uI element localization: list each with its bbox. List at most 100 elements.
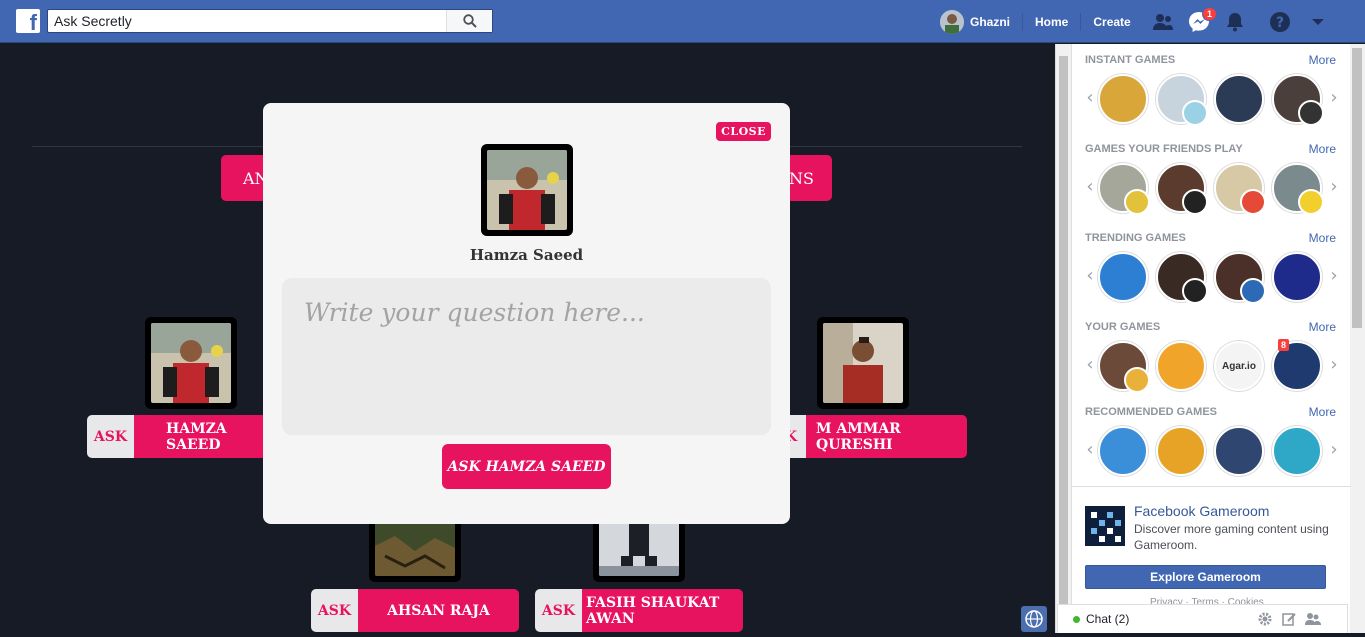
modal-profile-photo [481, 144, 573, 236]
game-icon[interactable] [1098, 163, 1150, 215]
search-input[interactable] [48, 10, 448, 32]
category-pill-label: NS [789, 168, 814, 188]
game-icon[interactable] [1156, 252, 1208, 304]
agar-label: Agar.io [1222, 360, 1256, 372]
profile-photo[interactable] [817, 317, 909, 409]
chevron-right-icon[interactable]: › [1328, 355, 1340, 375]
top-navigation-bar: f Ghazni Home Create 1 ? [0, 0, 1365, 43]
question-textarea[interactable] [282, 278, 771, 435]
compose-icon[interactable] [1281, 611, 1297, 627]
search-box [47, 9, 493, 33]
section-more-link[interactable]: More [1309, 142, 1336, 156]
nav-create-link[interactable]: Create [1093, 15, 1130, 29]
chevron-right-icon[interactable]: › [1328, 266, 1340, 286]
ask-name: HAMZA SAEED [134, 415, 267, 458]
language-globe-button[interactable] [1021, 606, 1047, 632]
chevron-left-icon[interactable]: ‹ [1084, 355, 1096, 375]
ask-submit-button[interactable]: ASK HAMZA SAEED [442, 444, 611, 489]
game-icon[interactable] [1098, 341, 1150, 393]
ask-card-ahsan[interactable]: ASK AHSAN RAJA [311, 589, 519, 632]
game-badge-icon [1124, 189, 1150, 215]
chevron-left-icon[interactable]: ‹ [1084, 177, 1096, 197]
gameroom-title[interactable]: Facebook Gameroom [1134, 503, 1269, 519]
friend-requests-icon[interactable] [1151, 10, 1175, 34]
game-icon[interactable] [1272, 252, 1322, 302]
chat-label: Chat (2) [1086, 612, 1130, 626]
game-icon[interactable] [1098, 252, 1148, 302]
section-more-link[interactable]: More [1309, 53, 1336, 67]
profile-photo-image [823, 323, 903, 403]
search-icon [463, 14, 477, 28]
game-badge-icon [1124, 367, 1150, 393]
game-icon[interactable] [1156, 74, 1208, 126]
nav-home-link[interactable]: Home [1035, 15, 1068, 29]
close-button[interactable]: CLOSE [716, 122, 771, 141]
game-icon[interactable] [1272, 163, 1324, 215]
messenger-badge: 1 [1202, 7, 1218, 21]
section-title: RECOMMENDED GAMES [1085, 406, 1218, 418]
chevron-right-icon[interactable]: › [1328, 440, 1340, 460]
gear-icon[interactable] [1257, 611, 1273, 627]
section-title: GAMES YOUR FRIENDS PLAY [1085, 143, 1243, 155]
chat-bar[interactable]: Chat (2) [1057, 604, 1348, 633]
section-more-link[interactable]: More [1309, 231, 1336, 245]
game-icon[interactable] [1272, 426, 1322, 476]
game-icon[interactable] [1098, 74, 1148, 124]
facebook-logo-icon[interactable]: f [16, 9, 40, 33]
game-icon[interactable] [1156, 341, 1206, 391]
game-icon[interactable] [1156, 426, 1206, 476]
game-badge-icon [1182, 278, 1208, 304]
modal-person-name: Hamza Saeed [469, 246, 584, 264]
game-icon[interactable] [1214, 163, 1266, 215]
game-icon[interactable] [1272, 74, 1324, 126]
game-badge-icon [1182, 100, 1208, 126]
notifications-bell-icon[interactable] [1223, 10, 1247, 34]
nav-divider [1022, 12, 1024, 31]
profile-photo[interactable] [145, 317, 237, 409]
profile-photo-image [151, 323, 231, 403]
gameroom-description: Discover more gaming content using Gamer… [1134, 522, 1329, 552]
game-icon[interactable] [1214, 252, 1266, 304]
game-badge-icon [1182, 189, 1208, 215]
search-button[interactable] [446, 10, 492, 32]
sidebar-scrollbar[interactable] [1350, 44, 1365, 633]
game-row: ‹ › [1084, 252, 1340, 304]
scrollbar-thumb[interactable] [1352, 48, 1362, 328]
nav-user-name[interactable]: Ghazni [970, 15, 1010, 29]
game-badge-icon [1240, 278, 1266, 304]
game-icon-agar[interactable]: Agar.io [1214, 341, 1264, 391]
chevron-right-icon[interactable]: › [1328, 177, 1340, 197]
avatar[interactable] [940, 9, 964, 34]
section-more-link[interactable]: More [1309, 320, 1336, 334]
section-title: YOUR GAMES [1085, 321, 1161, 333]
ask-tag: ASK [87, 415, 134, 458]
ask-name: M AMMAR QURESHI [806, 415, 967, 458]
ask-question-modal: CLOSE Hamza Saeed ASK HAMZA SAEED [263, 103, 790, 524]
game-badge-icon [1298, 100, 1324, 126]
explore-gameroom-button[interactable]: Explore Gameroom [1085, 565, 1326, 589]
game-icon[interactable] [1214, 426, 1264, 476]
chevron-left-icon[interactable]: ‹ [1084, 440, 1096, 460]
chevron-left-icon[interactable]: ‹ [1084, 88, 1096, 108]
game-badge: 8 [1278, 339, 1290, 351]
group-chat-icon[interactable] [1305, 611, 1321, 627]
chevron-right-icon[interactable]: › [1328, 88, 1340, 108]
section-more-link[interactable]: More [1309, 405, 1336, 419]
game-icon[interactable] [1098, 426, 1148, 476]
svg-text:?: ? [1276, 15, 1284, 31]
scrollbar-thumb[interactable] [1059, 56, 1068, 616]
chevron-left-icon[interactable]: ‹ [1084, 266, 1096, 286]
help-icon[interactable]: ? [1268, 10, 1292, 34]
logo-letter: f [29, 10, 37, 33]
ask-card-fasih[interactable]: ASK FASIH SHAUKAT AWAN [535, 589, 743, 632]
nav-divider [1080, 12, 1082, 31]
account-menu-chevron-down-icon[interactable] [1306, 10, 1330, 34]
online-status-dot [1073, 616, 1080, 623]
ask-card-ammar[interactable]: K M AMMAR QURESHI [776, 415, 967, 458]
gameroom-logo-icon [1085, 506, 1125, 546]
game-icon[interactable] [1214, 74, 1264, 124]
ask-card-hamza[interactable]: ASK HAMZA SAEED [87, 415, 267, 458]
game-row: ‹ › [1084, 74, 1340, 126]
game-icon[interactable] [1156, 163, 1208, 215]
main-scrollbar[interactable] [1055, 44, 1071, 633]
